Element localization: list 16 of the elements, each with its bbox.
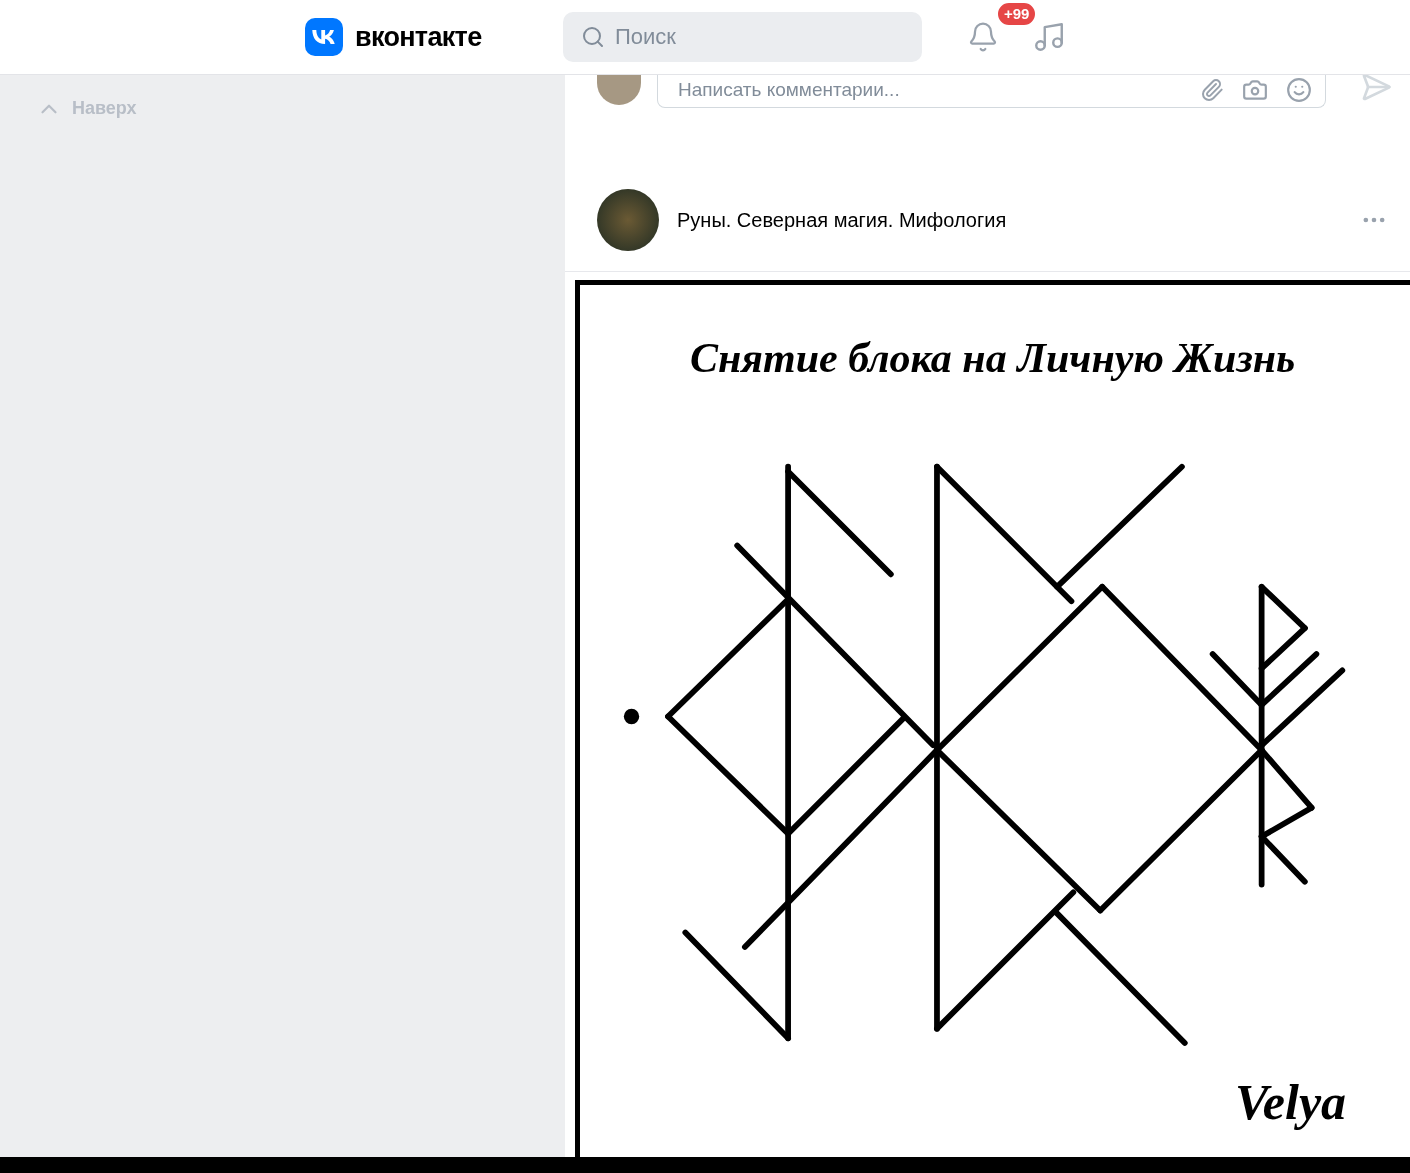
- search-icon: [581, 25, 605, 49]
- send-icon[interactable]: [1360, 75, 1392, 103]
- music-icon: [1032, 20, 1066, 54]
- logo-icon: [305, 18, 343, 56]
- image-title: Снятие блока на Личную Жизнь: [690, 334, 1296, 383]
- paperclip-icon[interactable]: [1200, 78, 1224, 102]
- search-field[interactable]: Поиск: [563, 12, 922, 62]
- group-name[interactable]: Руны. Северная магия. Мифология: [677, 204, 1360, 235]
- notifications-bell-icon[interactable]: [967, 21, 999, 53]
- notification-count: +99: [996, 1, 1038, 27]
- user-avatar: [597, 75, 641, 105]
- camera-icon[interactable]: [1242, 77, 1268, 103]
- image-signature: Velya: [1235, 1073, 1348, 1132]
- smile-icon[interactable]: [1286, 77, 1312, 103]
- comment-field[interactable]: Написать комментарии...: [657, 75, 1326, 108]
- logo-text[interactable]: вконтакте: [355, 16, 482, 58]
